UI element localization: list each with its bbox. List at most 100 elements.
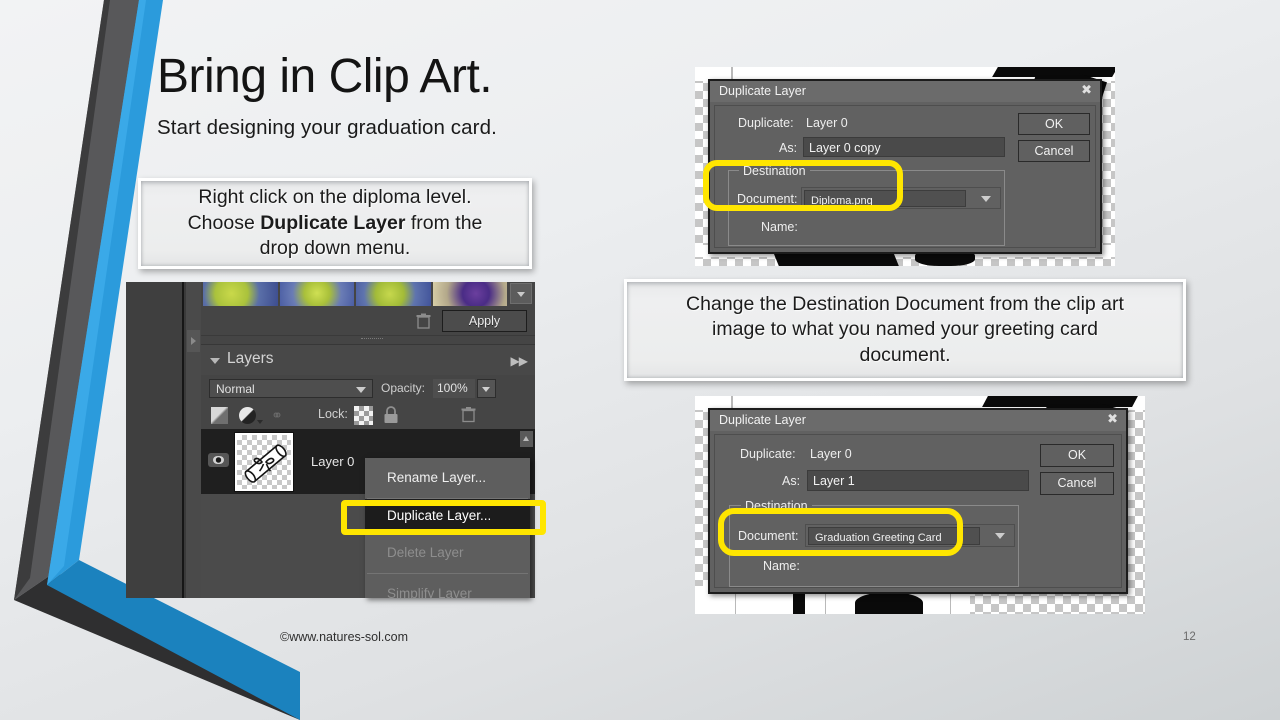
thumbnail-apple-2[interactable]: [279, 282, 354, 306]
context-menu-item-delete-layer[interactable]: Delete Layer: [365, 533, 530, 573]
context-menu-item-simplify-layer[interactable]: Simplify Layer: [365, 574, 530, 598]
destination-legend: Destination: [739, 164, 810, 178]
apply-button[interactable]: Apply: [442, 310, 527, 332]
duplicate-layer-dialog-screenshot-bottom: Duplicate Layer ✖ Duplicate: Layer 0 As:…: [695, 396, 1145, 614]
layer-context-menu[interactable]: Rename Layer... Duplicate Layer... Delet…: [365, 458, 530, 598]
adjustment-layer-icon[interactable]: [239, 407, 256, 424]
page-title: Bring in Clip Art.: [157, 50, 493, 103]
diploma-scroll-icon: [244, 444, 287, 483]
ok-button[interactable]: OK: [1040, 444, 1114, 467]
document-combobox[interactable]: Graduation Greeting Card: [805, 524, 1015, 547]
as-label: As:: [782, 474, 801, 488]
duplicate-label: Duplicate:: [738, 116, 794, 130]
gradient-mask-icon[interactable]: [211, 407, 228, 424]
instructions-line-2-bold: Duplicate Layer: [260, 211, 406, 234]
as-label: As:: [779, 141, 798, 155]
callout-instructions: Right click on the diploma level. Choose…: [138, 178, 532, 269]
context-menu-item-rename-layer[interactable]: Rename Layer...: [365, 458, 530, 498]
destination-legend: Destination: [741, 499, 812, 513]
blend-mode-value: Normal: [216, 382, 255, 396]
duplicate-layer-dialog: Duplicate Layer ✖ Duplicate: Layer 0 As:…: [708, 408, 1128, 594]
title-block: Bring in Clip Art. Start designing your …: [157, 50, 697, 140]
ribbon-dark-outer: [14, 0, 140, 600]
layers-panel-header[interactable]: Layers ▶▶: [201, 344, 535, 375]
document-value: Graduation Greeting Card: [815, 532, 942, 544]
destination-line-3: document.: [859, 343, 951, 366]
lock-transparency-checkerboard-icon[interactable]: [354, 406, 373, 425]
layer-thumbnail-diploma-scroll[interactable]: [234, 432, 294, 492]
eye-visibility-icon[interactable]: [208, 453, 229, 467]
artwork-shape: [855, 592, 923, 614]
duplicate-layer-dialog-screenshot-top: Duplicate Layer ✖ Duplicate: Layer 0 As:…: [695, 67, 1115, 266]
blend-mode-select[interactable]: Normal: [209, 379, 373, 398]
cancel-button[interactable]: Cancel: [1040, 472, 1114, 495]
instructions-line-2-pre: Choose: [187, 211, 261, 234]
dialog-titlebar[interactable]: Duplicate Layer ✖: [710, 81, 1100, 102]
dialog-content: Duplicate: Layer 0 As: Layer 0 copy OK C…: [714, 105, 1096, 248]
double-chevron-right-icon[interactable]: ▶▶: [511, 354, 528, 368]
layers-scroll-up-icon[interactable]: [520, 431, 533, 447]
trash-icon[interactable]: [461, 406, 476, 423]
instructions-line-1: Right click on the diploma level.: [198, 186, 472, 209]
opacity-label: Opacity:: [381, 381, 426, 395]
cancel-button[interactable]: Cancel: [1018, 140, 1090, 162]
layers-panel-title: Layers: [227, 350, 274, 367]
callout-destination: Change the Destination Document from the…: [624, 279, 1186, 381]
rail-expand-arrow-icon[interactable]: [187, 330, 200, 352]
callout-instructions-text: Right click on the diploma level. Choose…: [180, 185, 491, 261]
destination-line-2: image to what you named your greeting ca…: [712, 318, 1098, 341]
chevron-down-icon[interactable]: [995, 533, 1005, 539]
panel-grip-handle[interactable]: [361, 338, 384, 341]
blend-mode-row: Normal Opacity: 100%: [201, 375, 535, 402]
chevron-down-icon[interactable]: [210, 358, 220, 364]
dialog-title: Duplicate Layer: [719, 413, 806, 427]
close-icon[interactable]: ✖: [1107, 412, 1118, 426]
close-icon[interactable]: ✖: [1081, 83, 1092, 97]
instructions-line-3: drop down menu.: [259, 237, 411, 260]
document-combobox[interactable]: Diploma.png: [801, 187, 1001, 209]
context-menu-item-duplicate-layer[interactable]: Duplicate Layer...: [365, 499, 530, 533]
lock-options-row: ⚭ Lock:: [201, 402, 535, 429]
photoshop-left-gutter: [126, 282, 184, 598]
ok-button[interactable]: OK: [1018, 113, 1090, 135]
document-value: Diploma.png: [811, 195, 873, 207]
page-number: 12: [1183, 631, 1196, 643]
layer-name-label: Layer 0: [311, 454, 355, 469]
adjustment-chevron-down-icon[interactable]: [257, 420, 263, 424]
instructions-line-2-post: from the: [405, 211, 483, 234]
thumbnail-apple-4[interactable]: [432, 282, 507, 306]
document-label: Document:: [737, 192, 798, 206]
destination-line-1: Change the Destination Document from the…: [686, 292, 1124, 315]
dialog-title: Duplicate Layer: [719, 84, 806, 98]
duplicate-label: Duplicate:: [740, 447, 796, 461]
ribbon-dark-outer-bottom: [14, 0, 110, 600]
lock-label: Lock:: [318, 407, 348, 421]
page-subtitle: Start designing your graduation card.: [157, 115, 497, 139]
effects-thumbnail-filmstrip[interactable]: [203, 282, 535, 306]
opacity-input[interactable]: 100%: [433, 379, 475, 398]
thumbnail-apple-1[interactable]: [203, 282, 278, 306]
chevron-down-icon[interactable]: [981, 196, 991, 202]
callout-destination-inner: Change the Destination Document from the…: [627, 282, 1183, 378]
document-label: Document:: [738, 529, 799, 543]
trash-icon[interactable]: [416, 313, 431, 329]
link-layers-icon[interactable]: ⚭: [271, 407, 283, 424]
as-value: Layer 0 copy: [809, 141, 881, 155]
dialog-content: Duplicate: Layer 0 As: Layer 1 OK Cancel…: [714, 434, 1122, 588]
duplicate-value: Layer 0: [810, 447, 852, 461]
thumbnail-apple-3[interactable]: [356, 282, 431, 306]
document-value-field[interactable]: Graduation Greeting Card: [808, 527, 980, 545]
duplicate-value: Layer 0: [806, 116, 848, 130]
callout-instructions-inner: Right click on the diploma level. Choose…: [141, 181, 529, 266]
as-input[interactable]: Layer 1: [807, 470, 1029, 491]
name-label: Name:: [761, 220, 798, 234]
name-label: Name:: [763, 559, 800, 573]
padlock-icon[interactable]: [383, 406, 399, 424]
as-input[interactable]: Layer 0 copy: [803, 137, 1005, 157]
effects-apply-row: Apply: [201, 306, 535, 336]
dialog-titlebar[interactable]: Duplicate Layer ✖: [710, 410, 1126, 431]
opacity-chevron-down-icon[interactable]: [477, 379, 496, 398]
filmstrip-scroll-down-icon[interactable]: [510, 283, 532, 304]
document-value-field[interactable]: Diploma.png: [804, 190, 966, 207]
chevron-down-icon[interactable]: [356, 387, 366, 393]
